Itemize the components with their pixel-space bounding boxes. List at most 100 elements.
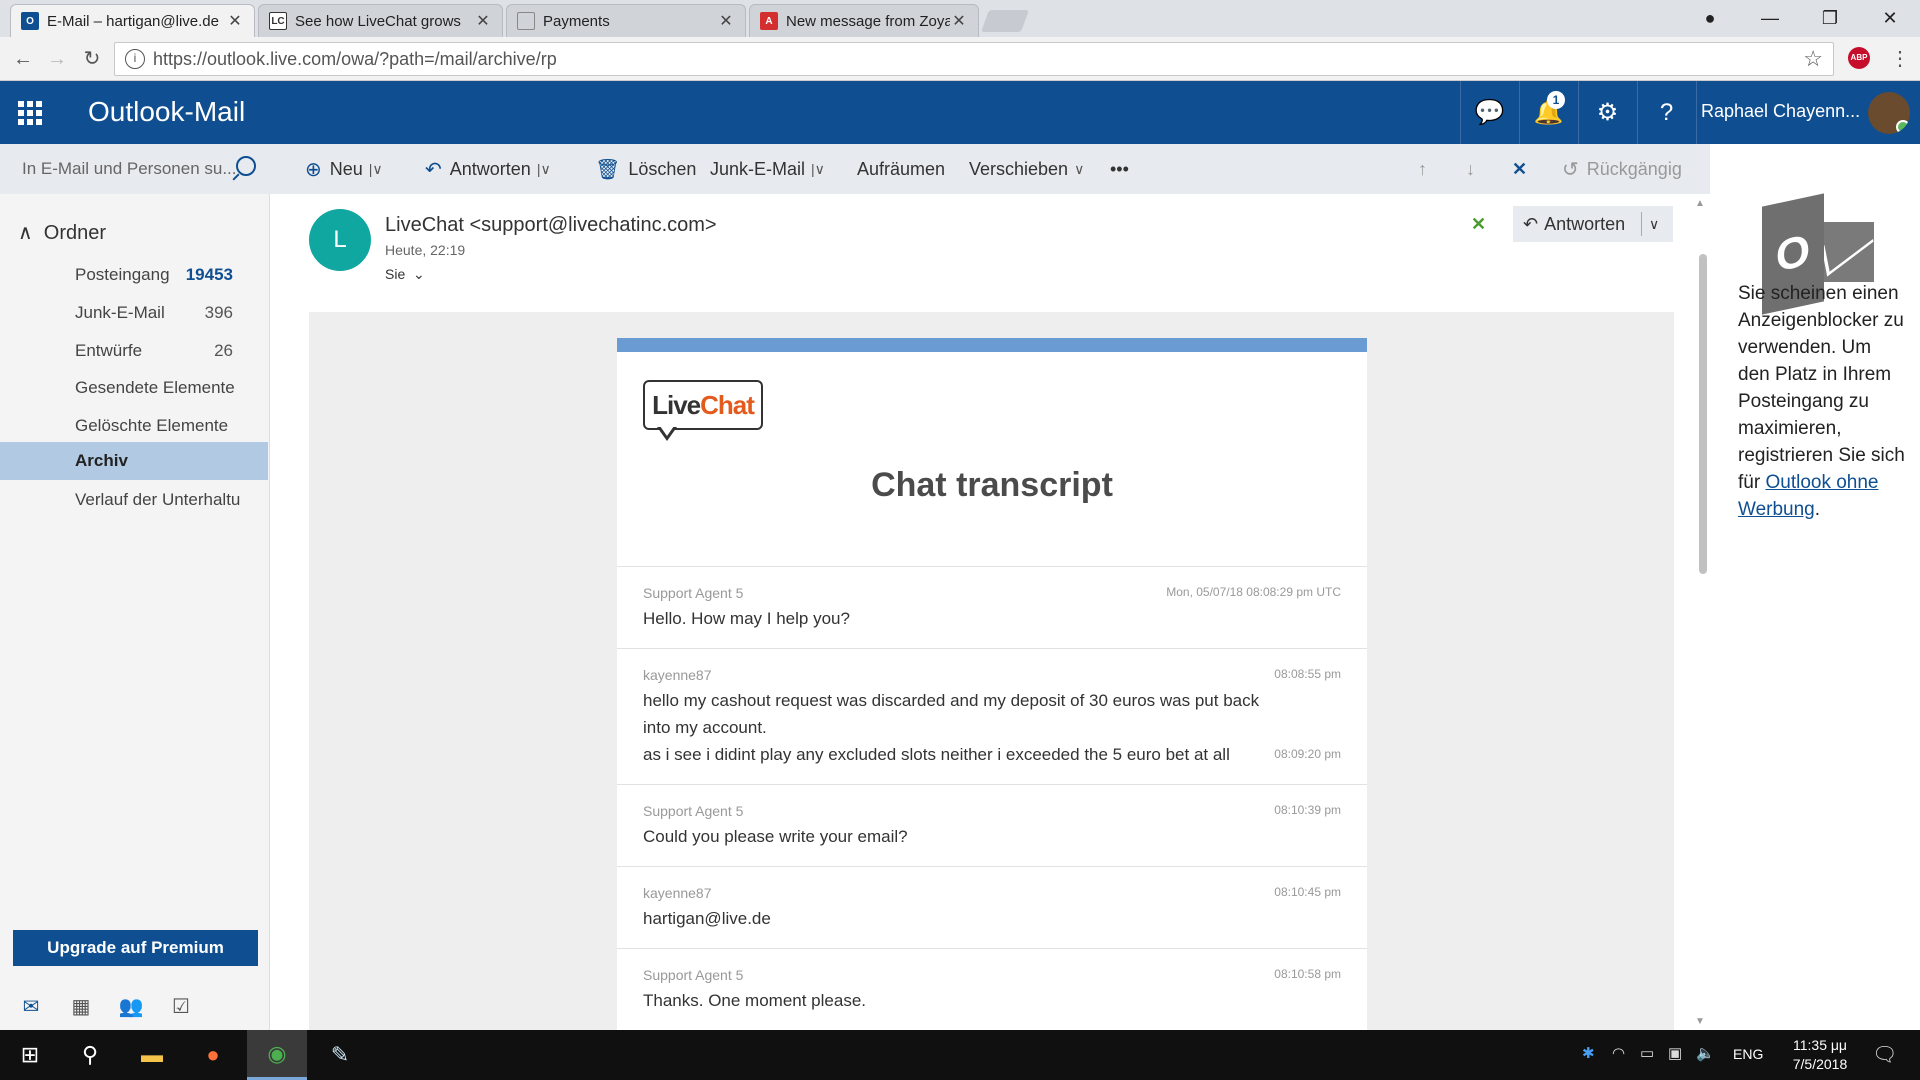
scrollbar[interactable] (1699, 254, 1707, 574)
more-button[interactable]: ••• (1110, 144, 1129, 194)
windows-start-icon[interactable]: ⊞ (0, 1030, 60, 1080)
chrome-icon[interactable]: ◉ (247, 1030, 307, 1080)
volume-icon[interactable]: 🔈 (1696, 1044, 1715, 1062)
recipient[interactable]: Sie ⌄ (385, 266, 425, 283)
url-text: https://outlook.live.com/owa/?path=/mail… (153, 48, 557, 69)
chevron-down-icon[interactable]: |∨ (369, 161, 383, 178)
plus-icon: ⊕ (305, 158, 322, 181)
reply-button[interactable]: ↶ Antworten ∨ (1513, 206, 1673, 242)
file-explorer-icon[interactable]: ▬ (122, 1030, 182, 1080)
next-arrow-icon[interactable]: ↓ (1466, 144, 1475, 194)
search-icon[interactable]: ⚲ (60, 1030, 120, 1080)
skype-chat-icon[interactable]: 💬 (1460, 81, 1518, 144)
message-time: 08:08:55 pm (1274, 667, 1341, 681)
chevron-down-icon[interactable]: |∨ (811, 161, 825, 178)
chevron-down-icon[interactable]: ∨ (1649, 216, 1659, 233)
folders-heading[interactable]: ∧ Ordner (18, 220, 106, 245)
reading-pane: L LiveChat <support@livechatinc.com> Heu… (271, 194, 1710, 1030)
settings-gear-icon[interactable]: ⚙ (1578, 81, 1636, 144)
notifications-bell-icon[interactable]: 🔔 1 (1519, 81, 1577, 144)
move-button[interactable]: Verschieben ∨ (969, 144, 1084, 194)
clock[interactable]: 11:35 μμ 7/5/2018 (1760, 1036, 1880, 1074)
expand-icon[interactable]: ⌄ (413, 266, 425, 282)
close-reading-icon[interactable]: ✕ (1512, 144, 1527, 194)
upgrade-premium-button[interactable]: Upgrade auf Premium (13, 930, 258, 966)
folder-deleted[interactable]: Gelöschte Elemente (0, 407, 268, 445)
delete-button[interactable]: 🗑 Löschen (595, 144, 696, 194)
reload-icon[interactable]: ↻ (79, 46, 105, 72)
chevron-down-icon: ∨ (1074, 160, 1085, 177)
forward-icon[interactable]: → (44, 46, 70, 72)
tab-outlook[interactable]: O E-Mail – hartigan@live.de ✕ (10, 4, 255, 37)
minimize-button[interactable]: — (1745, 4, 1795, 32)
reply-all-button[interactable]: ↶ Antworten |∨ (425, 144, 551, 194)
junk-button[interactable]: Junk-E-Mail |∨ (710, 144, 825, 194)
undo-button[interactable]: ↺ Rückgängig (1562, 144, 1682, 194)
mail-icon[interactable]: ✉ (18, 994, 44, 1018)
wifi-icon[interactable]: ◠ (1612, 1044, 1625, 1062)
tab-livechat[interactable]: LC See how LiveChat grows ✕ (258, 4, 503, 37)
display-icon[interactable]: ▣ (1668, 1044, 1682, 1062)
message-text: as i see i didint play any excluded slot… (643, 745, 1230, 764)
bluetooth-icon[interactable]: ✱ (1582, 1044, 1595, 1062)
help-icon[interactable]: ? (1637, 81, 1695, 144)
firefox-icon[interactable]: ● (183, 1030, 243, 1080)
outlook-no-ads-link[interactable]: Outlook ohne Werbung (1738, 472, 1879, 520)
app-launcher-icon[interactable] (18, 101, 42, 125)
windows-taskbar: ⊞ ⚲ ▬ ● ◉ ✎ ✱ ◠ ▭ ▣ 🔈 ENG 11:35 μμ 7/5/20… (0, 1030, 1920, 1080)
livechat-logo: Live Chat (643, 380, 763, 430)
message-text: Thanks. One moment please. (643, 991, 867, 1010)
search-icon[interactable] (236, 156, 256, 176)
profile-icon[interactable]: ● (1685, 4, 1735, 32)
avatar[interactable] (1868, 92, 1910, 134)
chevron-down-icon[interactable]: |∨ (537, 161, 551, 178)
people-icon[interactable]: 👥 (118, 994, 144, 1018)
chat-message: kayenne87 08:10:45 pm hartigan@live.de (617, 866, 1367, 948)
calendar-icon[interactable]: ▦ (68, 994, 94, 1018)
folder-pane: ∧ Ordner Posteingang 19453 Junk-E-Mail 396… (0, 194, 270, 1030)
info-icon[interactable]: i (125, 49, 145, 69)
message-time: 08:10:45 pm (1274, 885, 1341, 899)
sender-name[interactable]: LiveChat <support@livechatinc.com> (385, 214, 717, 237)
app-title[interactable]: Outlook-Mail (88, 96, 245, 128)
adblock-icon[interactable]: ABP (1848, 47, 1870, 69)
close-icon[interactable]: ✕ (950, 11, 968, 31)
paint-icon[interactable]: ✎ (310, 1030, 370, 1080)
close-window-button[interactable]: ✕ (1865, 4, 1915, 32)
close-icon[interactable]: ✕ (474, 11, 492, 31)
folder-sent[interactable]: Gesendete Elemente (0, 369, 268, 407)
scroll-down-icon[interactable]: ▼ (1695, 1016, 1705, 1027)
chrome-menu-icon[interactable]: ⋮ (1890, 46, 1910, 71)
transcript-card: Live Chat Chat transcript Support Agent 5… (617, 338, 1367, 1030)
url-field[interactable]: i https://outlook.live.com/owa/?path=/ma… (114, 42, 1834, 76)
close-icon[interactable]: ✕ (226, 11, 244, 31)
new-tab-button[interactable] (980, 10, 1030, 32)
message-author: Support Agent 5 (643, 967, 744, 983)
bookmark-star-icon[interactable]: ☆ (1803, 46, 1823, 72)
unread-count: 19453 (185, 265, 233, 284)
tab-zoya[interactable]: A New message from Zoya ✕ (749, 4, 979, 37)
reply-icon: ↶ (1523, 213, 1539, 234)
folder-junk[interactable]: Junk-E-Mail 396 (0, 294, 268, 332)
item-count: 396 (204, 303, 233, 322)
tab-payments[interactable]: Payments ✕ (506, 4, 746, 37)
restore-button[interactable]: ❐ (1805, 4, 1855, 32)
scroll-up-icon[interactable]: ▲ (1695, 198, 1705, 209)
search-input[interactable]: In E-Mail und Personen su... (0, 144, 270, 194)
xing-icon[interactable]: ✕ (1471, 214, 1486, 235)
folder-archive[interactable]: Archiv (0, 442, 268, 480)
folder-inbox[interactable]: Posteingang 19453 (0, 256, 268, 294)
action-center-icon[interactable]: 🗨 (1872, 1042, 1897, 1067)
previous-arrow-icon[interactable]: ↑ (1418, 144, 1427, 194)
close-icon[interactable]: ✕ (717, 11, 735, 31)
folder-drafts[interactable]: Entwürfe 26 (0, 332, 268, 370)
battery-icon[interactable]: ▭ (1640, 1044, 1654, 1062)
tasks-icon[interactable]: ☑ (168, 994, 194, 1018)
language-indicator[interactable]: ENG (1733, 1046, 1763, 1062)
ad-pane: O Sie scheinen einen Anzeigenblocker zu … (1710, 193, 1920, 1030)
new-button[interactable]: ⊕ Neu |∨ (305, 144, 383, 194)
message-text: hello my cashout request was discarded a… (643, 691, 1260, 737)
back-icon[interactable]: ← (10, 46, 36, 72)
sweep-button[interactable]: Aufräumen (857, 144, 945, 194)
folder-conversation-history[interactable]: Verlauf der Unterhaltu (0, 481, 268, 519)
